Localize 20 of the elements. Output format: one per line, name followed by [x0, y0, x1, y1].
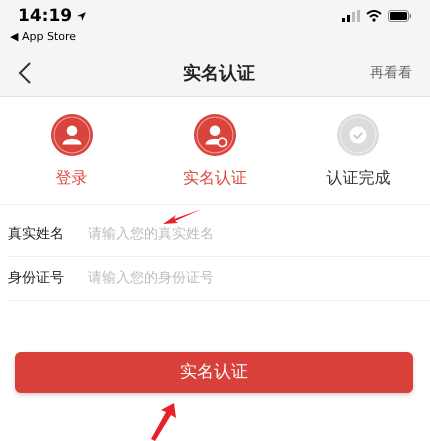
user-icon: [194, 114, 236, 156]
step-label: 登录: [56, 167, 88, 189]
back-to-app-link[interactable]: ◀ App Store: [10, 30, 88, 44]
skip-button[interactable]: 再看看: [370, 62, 412, 84]
arrow-drawing: [148, 402, 178, 441]
signal-icon: [342, 10, 360, 22]
field-label: 真实姓名: [8, 225, 65, 244]
user-icon: [50, 114, 93, 156]
submit-button[interactable]: 实名认证: [15, 352, 413, 393]
input-field[interactable]: 请输入您的身份证号: [88, 268, 430, 289]
battery-icon: [388, 10, 412, 22]
status-time: 14:19: [18, 5, 72, 28]
step-label: 认证完成: [326, 167, 390, 189]
wifi-icon: [366, 10, 382, 22]
field-label: 身份证号: [8, 269, 65, 288]
input-field[interactable]: 请输入您的真实姓名: [88, 224, 430, 245]
check-circle-icon: [337, 114, 380, 156]
page-title: 实名认证: [183, 62, 255, 86]
location-arrow-icon: [76, 11, 88, 22]
step-label: 实名认证: [182, 167, 247, 189]
